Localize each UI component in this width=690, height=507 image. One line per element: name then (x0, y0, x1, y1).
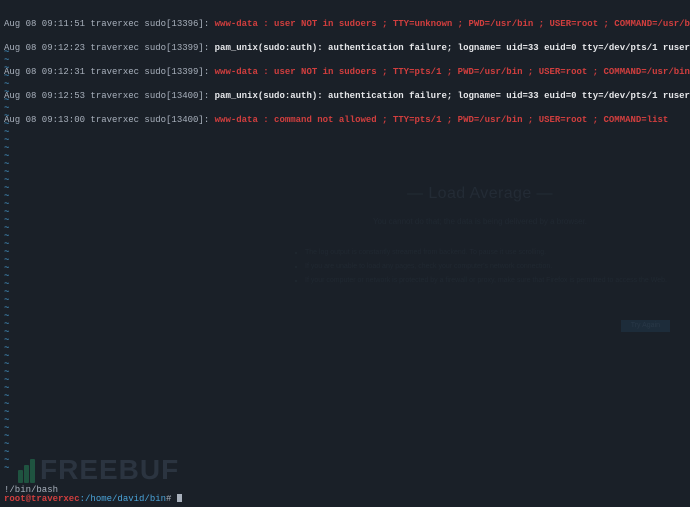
log-timestamp: Aug 08 09:12:31 traverxec sudo[13399]: (4, 67, 215, 77)
log-timestamp: Aug 08 09:11:51 traverxec sudo[13396]: (4, 19, 215, 29)
log-line: Aug 08 09:12:31 traverxec sudo[13399]: w… (4, 68, 686, 76)
empty-line-markers: ~~~~~~~~~~~~~~~~~~~~~~~~~~~~~~~~~~~~~~~~… (4, 48, 9, 485)
log-message: pam_unix(sudo:auth): authentication fail… (215, 43, 690, 53)
log-line: Aug 08 09:12:53 traverxec sudo[13400]: p… (4, 92, 686, 100)
log-line: Aug 08 09:13:00 traverxec sudo[13400]: w… (4, 116, 686, 124)
log-message: www-data : user NOT in sudoers ; TTY=unk… (215, 19, 690, 29)
prompt-path: :/home/david/bin (80, 494, 166, 504)
terminal-pane[interactable]: Aug 08 09:11:51 traverxec sudo[13396]: w… (0, 0, 690, 507)
prompt-hash: # (166, 494, 177, 504)
log-message: pam_unix(sudo:auth): authentication fail… (215, 91, 690, 101)
log-timestamp: Aug 08 09:12:53 traverxec sudo[13400]: (4, 91, 215, 101)
prompt-area[interactable]: !/bin/bash root@traverxec:/home/david/bi… (4, 486, 182, 503)
log-line: Aug 08 09:12:23 traverxec sudo[13399]: p… (4, 44, 686, 52)
prompt-line[interactable]: root@traverxec:/home/david/bin# (4, 494, 182, 503)
cursor (177, 494, 182, 502)
log-message: www-data : user NOT in sudoers ; TTY=pts… (215, 67, 690, 77)
log-message: www-data : command not allowed ; TTY=pts… (215, 115, 669, 125)
shell-command-line: !/bin/bash (4, 486, 182, 494)
prompt-user: root@traverxec (4, 494, 80, 504)
log-timestamp: Aug 08 09:12:23 traverxec sudo[13399]: (4, 43, 215, 53)
log-timestamp: Aug 08 09:13:00 traverxec sudo[13400]: (4, 115, 215, 125)
log-line: Aug 08 09:11:51 traverxec sudo[13396]: w… (4, 20, 686, 28)
